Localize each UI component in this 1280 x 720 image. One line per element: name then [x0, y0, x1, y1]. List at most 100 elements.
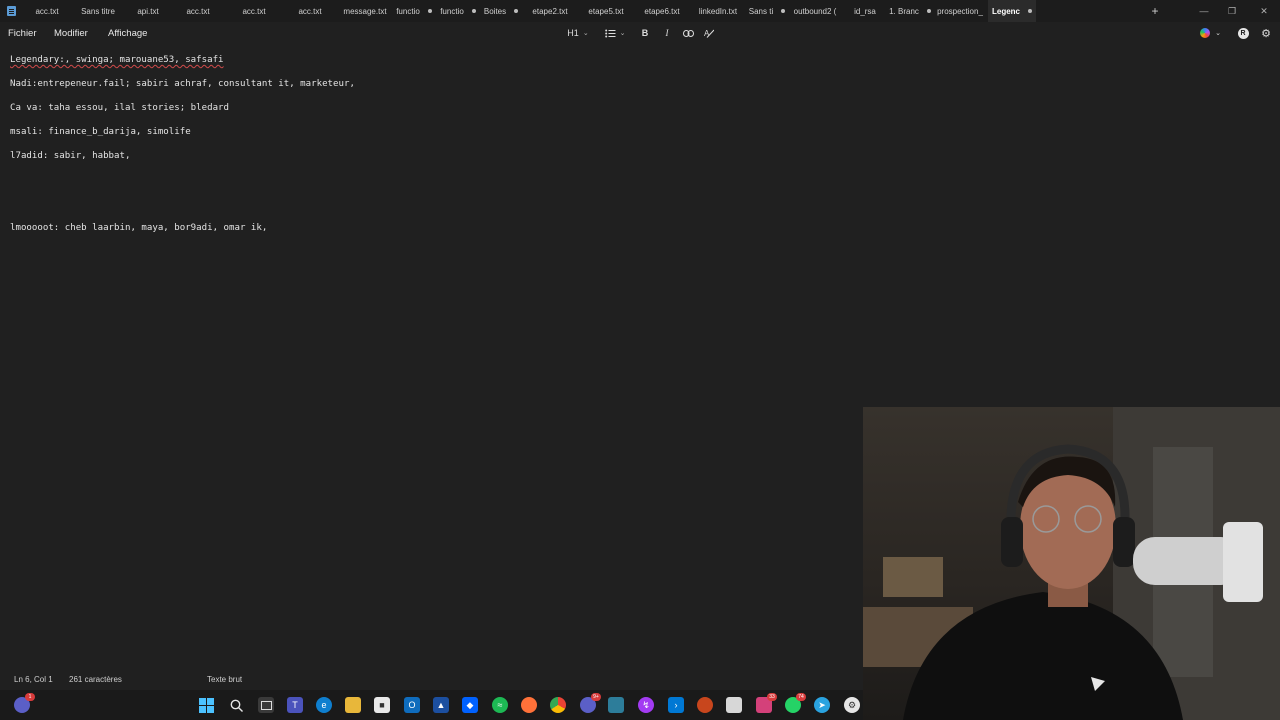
tab[interactable]: etape2.txt [522, 0, 578, 22]
tab[interactable]: etape6.txt [634, 0, 690, 22]
tab-label: outbound2 ( [793, 6, 837, 16]
app-icon[interactable] [726, 697, 742, 713]
editor-line: Legendary:, swinga; marouane53, safsafi [10, 55, 224, 65]
telegram-icon[interactable]: ➤ [814, 697, 830, 713]
list-dropdown[interactable]: ⌄ [602, 22, 628, 44]
editor-line: Nadi:entrepeneur.fail; sabiri achraf, co… [10, 79, 355, 89]
chrome-icon[interactable] [550, 697, 566, 713]
tab[interactable]: outbound2 ( [788, 0, 842, 22]
outlook-icon[interactable]: O [404, 697, 420, 713]
messenger-icon[interactable]: ↯ [638, 697, 654, 713]
search-icon[interactable] [228, 697, 244, 713]
tab[interactable]: linkedIn.txt [690, 0, 746, 22]
copilot-icon[interactable] [1199, 22, 1211, 44]
teams-icon[interactable]: T [287, 697, 303, 713]
notepad-app-icon [0, 0, 22, 22]
task-view-icon[interactable] [258, 697, 274, 713]
dropbox-icon[interactable]: ◆ [462, 697, 478, 713]
text-format[interactable]: Texte brut [207, 668, 242, 690]
tab-label: acc.txt [242, 6, 266, 16]
store-icon[interactable]: ■ [374, 697, 390, 713]
tab-label: etape5.txt [588, 6, 624, 16]
tab[interactable]: functio [436, 0, 480, 22]
tab[interactable]: acc.txt [282, 0, 338, 22]
vscode-icon[interactable]: › [668, 697, 684, 713]
webcam-overlay [863, 407, 1280, 720]
teams-chat-icon[interactable]: 9+ [580, 693, 601, 713]
new-tab-button[interactable]: + [1148, 0, 1162, 22]
cursor-position[interactable]: Ln 6, Col 1 [14, 668, 53, 690]
tab-label: linkedIn.txt [698, 6, 738, 16]
menu-affichage[interactable]: Affichage [108, 22, 147, 44]
file-explorer-icon[interactable] [345, 697, 361, 713]
unsaved-dot-icon [471, 9, 476, 13]
app-icon[interactable] [608, 697, 624, 713]
webcam-person-image [863, 407, 1280, 720]
tab-label: functio [440, 6, 464, 16]
tab-label: acc.txt [298, 6, 322, 16]
bold-button[interactable]: B [639, 22, 651, 44]
tab[interactable]: prospection_ [932, 0, 988, 22]
italic-button[interactable]: I [661, 22, 673, 44]
app-icon[interactable]: 33 [756, 693, 777, 713]
menu-modifier[interactable]: Modifier [54, 22, 88, 44]
tab[interactable]: acc.txt [226, 0, 282, 22]
menu-fichier[interactable]: Fichier [8, 22, 37, 44]
editor-line: l7adid: sabir, habbat, [10, 151, 131, 161]
list-icon [604, 29, 616, 37]
maximize-icon[interactable]: ❐ [1218, 0, 1246, 22]
tab[interactable]: functio [392, 0, 436, 22]
edge-icon[interactable]: e [316, 697, 332, 713]
editor-line: msali: finance_b_darija, simolife [10, 127, 191, 137]
app-icon[interactable]: ▲ [433, 697, 449, 713]
tab-label: acc.txt [35, 6, 59, 16]
tab-label: id_rsa [854, 6, 876, 16]
tab[interactable]: acc.txt [170, 0, 226, 22]
spotify-icon[interactable]: ≈ [492, 697, 508, 713]
tab-label: message.txt [343, 6, 387, 16]
tab-label: functio [396, 6, 420, 16]
tab-label: acc.txt [186, 6, 210, 16]
tab[interactable]: 1. Branc [888, 0, 932, 22]
account-avatar[interactable]: R [1237, 22, 1249, 44]
tab-bar: acc.txt Sans titre api.txt acc.txt acc.txt ac… [0, 0, 1280, 22]
tab[interactable]: acc.txt [24, 0, 70, 22]
tab-label: prospection_ [937, 6, 983, 16]
link-icon[interactable] [682, 22, 694, 44]
menu-bar: Fichier Modifier Affichage H1 ⌄ ⌄ B I A ⌄… [0, 22, 1280, 44]
tab-strip: acc.txt Sans titre api.txt acc.txt acc.txt ac… [24, 0, 1036, 22]
settings-icon[interactable]: ⚙ [844, 697, 860, 713]
tab[interactable]: api.txt [126, 0, 170, 22]
unsaved-dot-icon [781, 9, 786, 13]
unsaved-dot-icon [926, 9, 931, 13]
chevron-down-icon[interactable]: ⌄ [1213, 22, 1223, 44]
firefox-icon[interactable] [521, 697, 537, 713]
app-icon[interactable] [697, 697, 713, 713]
close-icon[interactable]: ✕ [1250, 0, 1278, 22]
widget-icon[interactable]: 1 [14, 693, 35, 713]
chevron-down-icon: ⌄ [619, 30, 626, 37]
unsaved-dot-icon [514, 9, 519, 13]
tab[interactable]: etape5.txt [578, 0, 634, 22]
tab[interactable]: Legenc [988, 0, 1036, 22]
clear-formatting-icon[interactable]: A [703, 22, 715, 44]
minimize-icon[interactable]: — [1190, 0, 1218, 22]
unsaved-dot-icon [1028, 9, 1032, 13]
chevron-down-icon: ⌄ [582, 30, 589, 37]
heading-dropdown[interactable]: H1 ⌄ [566, 22, 590, 44]
tab-label: etape6.txt [644, 6, 680, 16]
heading-label: H1 [567, 28, 579, 38]
windows-start-icon[interactable] [198, 697, 214, 713]
tab-label: Legenc [991, 6, 1020, 16]
tab[interactable]: message.txt [338, 0, 392, 22]
tab-label: Sans titre [81, 6, 115, 16]
svg-text:A: A [704, 29, 710, 38]
character-count: 261 caractères [69, 674, 122, 684]
tab[interactable]: Boites [480, 0, 522, 22]
whatsapp-icon[interactable]: 74 [785, 693, 806, 713]
settings-gear-icon[interactable]: ⚙ [1260, 22, 1272, 44]
tab[interactable]: Sans titre [70, 0, 126, 22]
tab[interactable]: Sans ti [746, 0, 788, 22]
tab-label: Boites [483, 6, 507, 16]
tab[interactable]: id_rsa [842, 0, 888, 22]
